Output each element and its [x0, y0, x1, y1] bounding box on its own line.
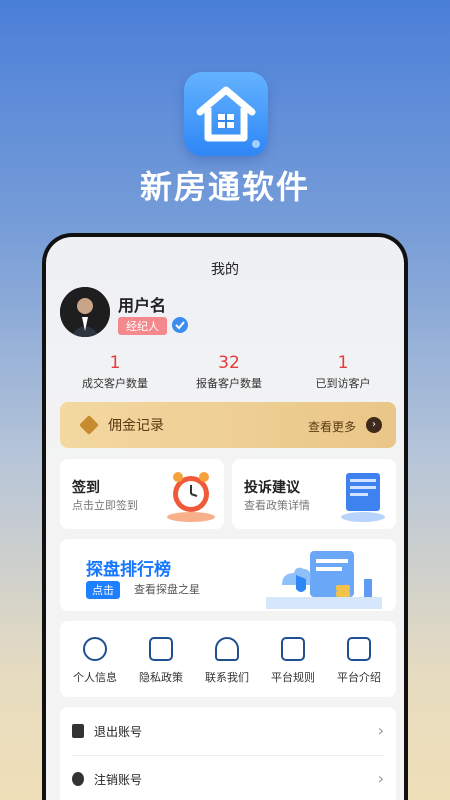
menu-label: 平台规则: [271, 671, 315, 684]
ranking-banner[interactable]: 探盘排行榜 点击 查看探盘之星: [60, 539, 396, 611]
ranking-tag[interactable]: 点击: [86, 581, 120, 599]
document-stack-icon: [341, 473, 385, 522]
chevron-right-icon: ›: [377, 721, 384, 740]
menu-item-rules[interactable]: 平台规则: [260, 637, 326, 685]
menu-label: 平台介绍: [337, 671, 381, 684]
app-logo: [184, 72, 268, 156]
alarm-clock-icon: [167, 472, 215, 522]
view-more-link[interactable]: 查看更多: [308, 418, 356, 435]
alert-icon: [149, 637, 173, 661]
stat-deals[interactable]: 1 成交客户数量: [60, 353, 170, 391]
menu-label: 个人信息: [73, 671, 117, 684]
account-list: 退出账号 › 注销账号 ›: [60, 707, 396, 800]
menu-grid: 个人信息 隐私政策 联系我们 平台规则 平台介绍: [60, 621, 396, 697]
commission-label: 佣金记录: [108, 418, 164, 434]
menu-item-contact[interactable]: 联系我们: [194, 637, 260, 685]
stat-label: 已到访客户: [315, 377, 371, 390]
menu-item-profile[interactable]: 个人信息: [62, 637, 128, 685]
checkin-title: 签到: [72, 480, 100, 496]
stat-label: 成交客户数量: [82, 377, 148, 390]
profile-screen: 我的 用户名 经纪人 1 成交客户数量 32 报备客户数量 1 已到访客户 佣金…: [46, 237, 404, 800]
divider: [72, 755, 384, 756]
house-icon: [196, 86, 260, 148]
power-icon: [72, 772, 84, 786]
ranking-subtitle: 查看探盘之星: [134, 583, 200, 596]
list-label: 注销账号: [94, 773, 143, 787]
commission-banner[interactable]: 佣金记录 查看更多 ›: [60, 402, 396, 448]
chevron-right-icon[interactable]: ›: [366, 417, 382, 433]
book-icon: [347, 637, 371, 661]
menu-label: 隐私政策: [139, 671, 183, 684]
user-icon: [83, 637, 107, 661]
stat-value: 1: [337, 353, 349, 373]
role-badge: 经纪人: [118, 317, 167, 335]
stat-value: 32: [218, 353, 240, 373]
edit-icon: [281, 637, 305, 661]
app-name: 新房通软件: [139, 168, 310, 206]
stat-reported[interactable]: 32 报备客户数量: [174, 353, 284, 391]
headset-icon: [215, 637, 239, 661]
menu-label: 联系我们: [205, 671, 249, 684]
feedback-card[interactable]: 投诉建议 查看政策详情: [232, 459, 396, 529]
data-illustration-icon: [266, 551, 382, 609]
checkin-card[interactable]: 签到 点击立即签到: [60, 459, 224, 529]
stat-visited[interactable]: 1 已到访客户: [288, 353, 398, 391]
avatar[interactable]: [60, 287, 110, 337]
stat-value: 1: [109, 353, 121, 373]
username: 用户名: [118, 296, 167, 315]
menu-item-privacy[interactable]: 隐私政策: [128, 637, 194, 685]
feedback-subtitle: 查看政策详情: [244, 499, 310, 512]
ranking-title: 探盘排行榜: [86, 560, 171, 580]
page-title: 我的: [211, 262, 239, 278]
list-item-deactivate[interactable]: 注销账号 ›: [60, 757, 396, 800]
logout-icon: [72, 724, 84, 738]
checkin-subtitle: 点击立即签到: [72, 499, 138, 512]
stat-label: 报备客户数量: [196, 377, 262, 390]
diamond-icon: [79, 415, 99, 435]
phone-frame: 我的 用户名 经纪人 1 成交客户数量 32 报备客户数量 1 已到访客户 佣金…: [42, 233, 408, 800]
verified-icon: [172, 317, 188, 333]
chevron-right-icon: ›: [377, 769, 384, 788]
menu-item-about[interactable]: 平台介绍: [326, 637, 392, 685]
list-label: 退出账号: [94, 725, 143, 739]
feedback-title: 投诉建议: [244, 480, 300, 496]
list-item-logout[interactable]: 退出账号 ›: [60, 709, 396, 755]
